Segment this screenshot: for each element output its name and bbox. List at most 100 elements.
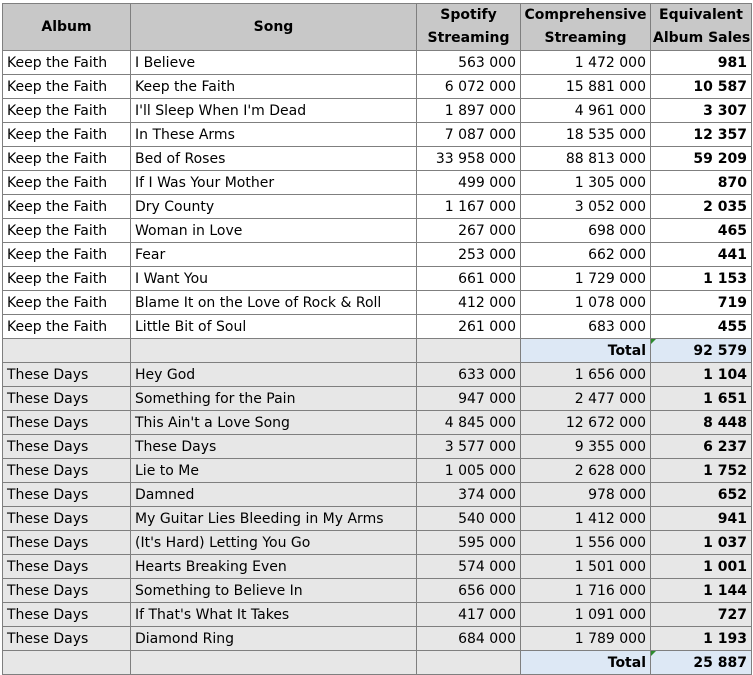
comment-marker-icon <box>651 339 656 344</box>
empty-cell <box>2 650 131 675</box>
spotify-cell: 563 000 <box>416 50 521 75</box>
album-cell: These Days <box>2 602 131 627</box>
eas-cell: 1 001 <box>650 554 752 579</box>
header-eas-line1: Equivalent <box>659 7 743 23</box>
album-cell: Keep the Faith <box>2 242 131 267</box>
spotify-cell: 1 897 000 <box>416 98 521 123</box>
album-cell: Keep the Faith <box>2 74 131 99</box>
table-row: Keep the Faith Little Bit of Soul 261 000 6… <box>2 314 752 339</box>
eas-cell: 1 193 <box>650 626 752 651</box>
album-cell: Keep the Faith <box>2 98 131 123</box>
spotify-cell: 499 000 <box>416 170 521 195</box>
comprehensive-cell: 1 078 000 <box>520 290 651 315</box>
table-row: Keep the Faith Dry County 1 167 000 3 052 0… <box>2 194 752 219</box>
table-row: These Days Diamond Ring 684 000 1 789 000 1 … <box>2 626 752 651</box>
eas-cell: 1 153 <box>650 266 752 291</box>
song-cell: Hearts Breaking Even <box>130 554 417 579</box>
total-row: Total 92 579 <box>2 338 752 363</box>
total-value-text: 25 887 <box>693 654 747 671</box>
song-cell: Dry County <box>130 194 417 219</box>
spotify-cell: 6 072 000 <box>416 74 521 99</box>
song-cell: Woman in Love <box>130 218 417 243</box>
comprehensive-cell: 1 556 000 <box>520 530 651 555</box>
eas-cell: 465 <box>650 218 752 243</box>
song-cell: (It's Hard) Letting You Go <box>130 530 417 555</box>
total-row: Total 25 887 <box>2 650 752 675</box>
table-row: These Days Damned 374 000 978 000 652 <box>2 482 752 507</box>
eas-cell: 59 209 <box>650 146 752 171</box>
table-row: These Days Hey God 633 000 1 656 000 1 104 <box>2 362 752 387</box>
table-row: These Days Hearts Breaking Even 574 000 1 5… <box>2 554 752 579</box>
song-cell: Damned <box>130 482 417 507</box>
spotify-cell: 4 845 000 <box>416 410 521 435</box>
eas-cell: 652 <box>650 482 752 507</box>
header-spotify: Spotify Streaming <box>416 3 521 51</box>
album-cell: These Days <box>2 362 131 387</box>
empty-cell <box>416 650 521 675</box>
table-row: These Days This Ain't a Love Song 4 845 00… <box>2 410 752 435</box>
song-cell: Something to Believe In <box>130 578 417 603</box>
album-cell: These Days <box>2 386 131 411</box>
header-album: Album <box>2 3 131 51</box>
header-comprehensive: Comprehensive Streaming <box>520 3 651 51</box>
eas-cell: 8 448 <box>650 410 752 435</box>
album-cell: Keep the Faith <box>2 314 131 339</box>
comprehensive-cell: 1 789 000 <box>520 626 651 651</box>
table-row: Keep the Faith Bed of Roses 33 958 000 88 8… <box>2 146 752 171</box>
header-eas: Equivalent Album Sales <box>650 3 752 51</box>
song-cell: My Guitar Lies Bleeding in My Arms <box>130 506 417 531</box>
total-value-text: 92 579 <box>693 342 747 359</box>
spotify-cell: 633 000 <box>416 362 521 387</box>
total-label: Total <box>520 338 651 363</box>
eas-cell: 1 752 <box>650 458 752 483</box>
comprehensive-cell: 1 305 000 <box>520 170 651 195</box>
song-cell: Fear <box>130 242 417 267</box>
album-cell: These Days <box>2 434 131 459</box>
spotify-cell: 1 167 000 <box>416 194 521 219</box>
table-row: Keep the Faith I Want You 661 000 1 729 000… <box>2 266 752 291</box>
comprehensive-cell: 1 716 000 <box>520 578 651 603</box>
album-cell: These Days <box>2 506 131 531</box>
song-cell: If That's What It Takes <box>130 602 417 627</box>
spotify-cell: 7 087 000 <box>416 122 521 147</box>
comprehensive-cell: 9 355 000 <box>520 434 651 459</box>
comprehensive-cell: 1 656 000 <box>520 362 651 387</box>
song-cell: Blame It on the Love of Rock & Roll <box>130 290 417 315</box>
album-cell: Keep the Faith <box>2 50 131 75</box>
header-song: Song <box>130 3 417 51</box>
album-cell: These Days <box>2 458 131 483</box>
eas-cell: 727 <box>650 602 752 627</box>
comprehensive-cell: 683 000 <box>520 314 651 339</box>
eas-cell: 10 587 <box>650 74 752 99</box>
table-row: Keep the Faith Fear 253 000 662 000 441 <box>2 242 752 267</box>
spotify-cell: 253 000 <box>416 242 521 267</box>
song-cell: I Want You <box>130 266 417 291</box>
eas-cell: 3 307 <box>650 98 752 123</box>
comprehensive-cell: 4 961 000 <box>520 98 651 123</box>
song-cell: Hey God <box>130 362 417 387</box>
song-cell: Something for the Pain <box>130 386 417 411</box>
comprehensive-cell: 1 501 000 <box>520 554 651 579</box>
table-row: Keep the Faith I'll Sleep When I'm Dead 1 … <box>2 98 752 123</box>
table-row: These Days Lie to Me 1 005 000 2 628 000 1 7… <box>2 458 752 483</box>
empty-cell <box>130 650 417 675</box>
comprehensive-cell: 88 813 000 <box>520 146 651 171</box>
spotify-cell: 33 958 000 <box>416 146 521 171</box>
table-row: These Days If That's What It Takes 417 000… <box>2 602 752 627</box>
comprehensive-cell: 1 412 000 <box>520 506 651 531</box>
comprehensive-cell: 18 535 000 <box>520 122 651 147</box>
eas-cell: 1 104 <box>650 362 752 387</box>
album-cell: Keep the Faith <box>2 266 131 291</box>
eas-cell: 1 037 <box>650 530 752 555</box>
header-spotify-line1: Spotify <box>440 7 497 23</box>
spotify-cell: 540 000 <box>416 506 521 531</box>
eas-cell: 870 <box>650 170 752 195</box>
album-cell: Keep the Faith <box>2 218 131 243</box>
header-row: Album Song Spotify Streaming Comprehensiv… <box>2 3 752 51</box>
total-value: 25 887 <box>650 650 752 675</box>
album-cell: Keep the Faith <box>2 170 131 195</box>
album-cell: Keep the Faith <box>2 194 131 219</box>
comprehensive-cell: 3 052 000 <box>520 194 651 219</box>
album-cell: These Days <box>2 578 131 603</box>
song-cell: In These Arms <box>130 122 417 147</box>
